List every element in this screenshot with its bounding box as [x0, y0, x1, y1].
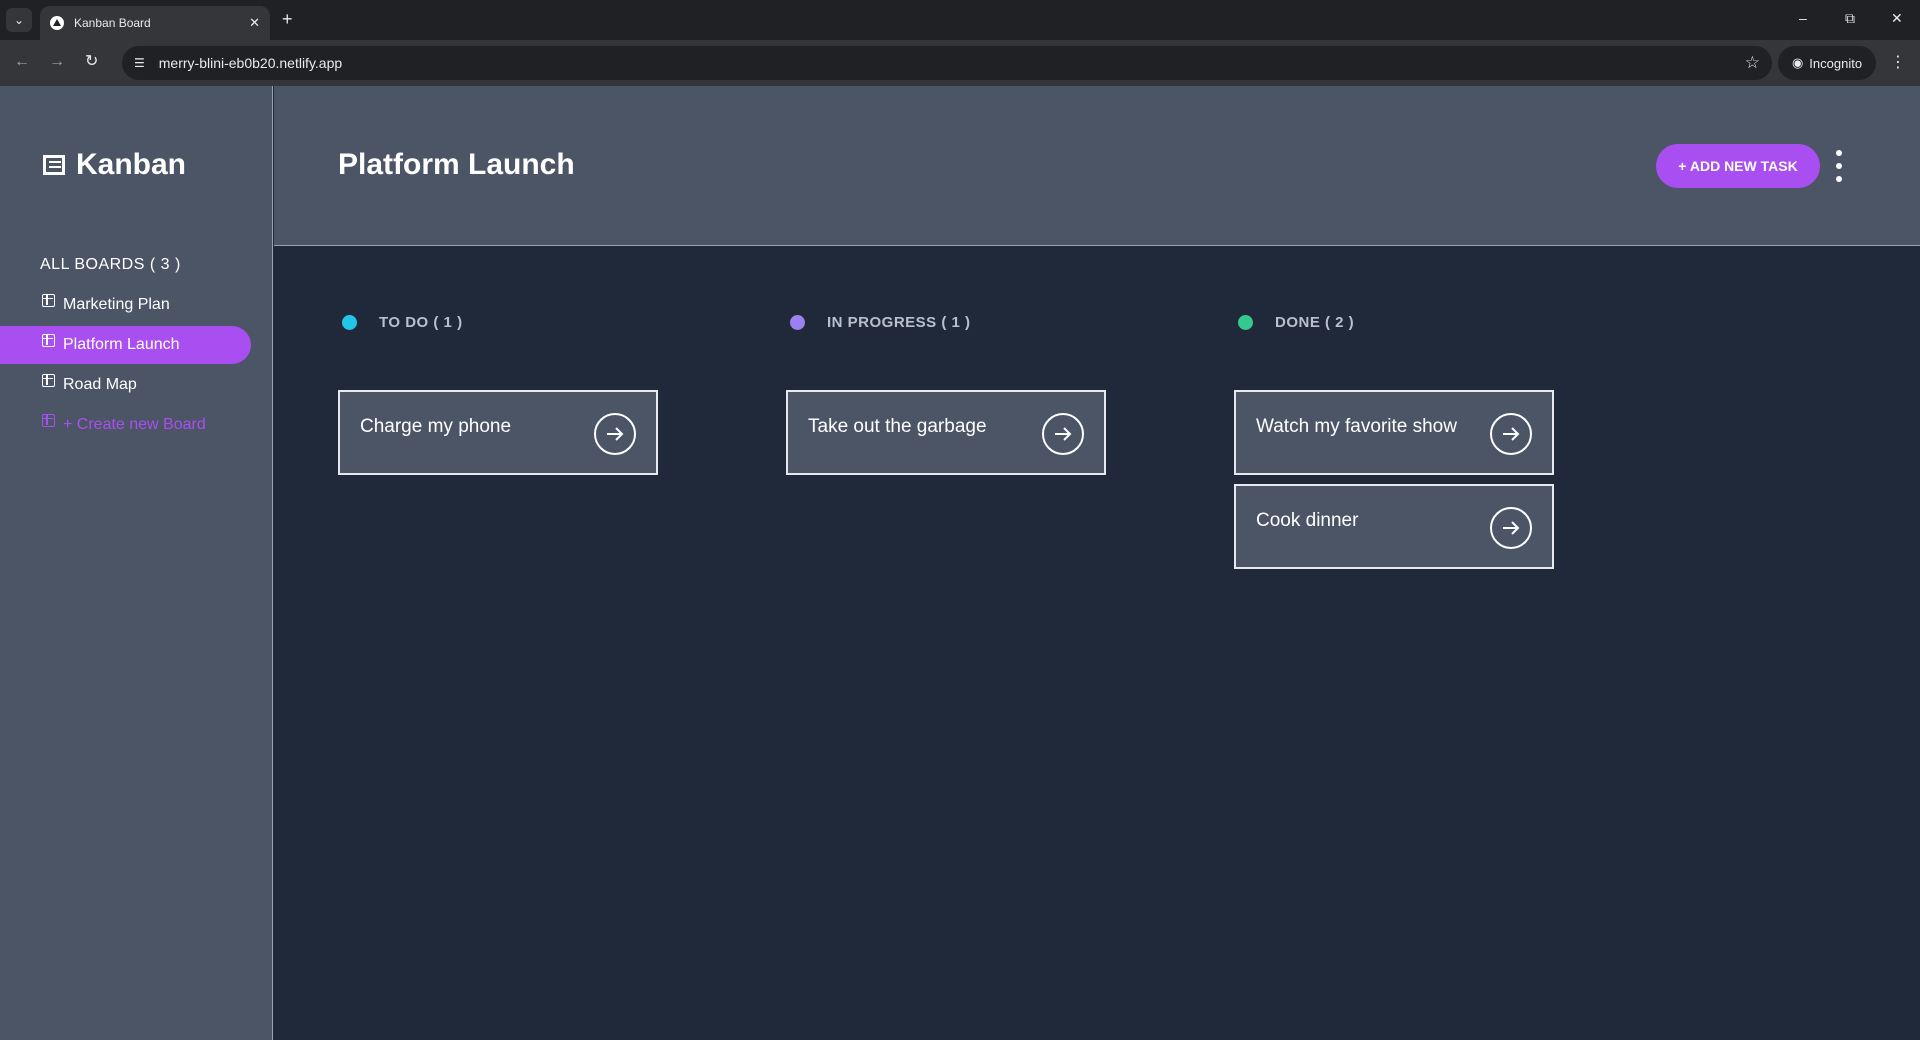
board-icon	[42, 373, 55, 387]
favicon-icon	[50, 16, 64, 30]
task-title: Watch my favorite show	[1256, 416, 1457, 437]
sidebar-item-road-map[interactable]: Road Map	[0, 366, 251, 404]
create-board-label: + Create new Board	[63, 416, 206, 433]
url-text[interactable]: merry-blini-eb0b20.netlify.app	[159, 55, 1745, 71]
all-boards-heading: ALL BOARDS ( 3 )	[40, 256, 181, 273]
column-header: DONE ( 2 )	[1234, 312, 1564, 332]
minimize-icon[interactable]: –	[1799, 10, 1807, 26]
close-icon[interactable]: ✕	[249, 15, 260, 31]
column-done: DONE ( 2 ) Watch my favorite show Cook d…	[1234, 312, 1564, 578]
more-options-icon[interactable]	[1834, 150, 1844, 182]
create-board-button[interactable]: + Create new Board	[0, 406, 251, 444]
browser-tab[interactable]: Kanban Board ✕	[40, 6, 270, 40]
add-new-task-button[interactable]: + ADD NEW TASK	[1656, 144, 1820, 188]
task-title: Cook dinner	[1256, 510, 1359, 531]
arrow-right-icon[interactable]	[1490, 507, 1532, 549]
reload-icon[interactable]: ↻	[85, 52, 98, 72]
kanban-logo-icon	[43, 155, 65, 175]
sidebar-item-label: Platform Launch	[63, 336, 180, 353]
back-icon[interactable]: ←	[14, 52, 30, 72]
arrow-right-icon[interactable]	[594, 413, 636, 455]
card-list: Watch my favorite show Cook dinner	[1234, 390, 1564, 569]
tab-search-button[interactable]: ⌄	[6, 8, 32, 32]
address-bar[interactable]: ☰ merry-blini-eb0b20.netlify.app ☆	[122, 46, 1772, 80]
task-card[interactable]: Watch my favorite show	[1234, 390, 1554, 475]
browser-menu-icon[interactable]: ⋮	[1890, 52, 1906, 72]
board-icon	[42, 333, 55, 347]
site-info-icon[interactable]: ☰	[134, 56, 145, 70]
sidebar-item-platform-launch[interactable]: Platform Launch	[0, 326, 251, 364]
chevron-down-icon: ⌄	[13, 13, 25, 27]
incognito-icon: ◉	[1791, 55, 1804, 70]
sidebar-item-marketing-plan[interactable]: Marketing Plan	[0, 286, 251, 324]
status-dot-icon	[790, 314, 805, 330]
forward-icon[interactable]: →	[49, 52, 65, 72]
arrow-right-icon[interactable]	[1490, 413, 1532, 455]
new-tab-button[interactable]: +	[282, 9, 293, 29]
column-title: TO DO ( 1 )	[379, 313, 463, 331]
logo: Kanban	[42, 148, 186, 182]
task-card[interactable]: Take out the garbage	[786, 390, 1106, 475]
tab-title: Kanban Board	[74, 16, 151, 30]
restore-icon[interactable]: ⧉	[1845, 10, 1855, 27]
arrow-right-icon[interactable]	[1042, 413, 1084, 455]
column-in-progress: IN PROGRESS ( 1 ) Take out the garbage	[786, 312, 1116, 484]
browser-toolbar: ← → ↻ ☰ merry-blini-eb0b20.netlify.app ☆…	[0, 40, 1920, 86]
bookmark-star-icon[interactable]: ☆	[1745, 53, 1760, 73]
column-title: IN PROGRESS ( 1 )	[827, 313, 971, 331]
board-list: Marketing Plan Platform Launch Road Map …	[0, 286, 251, 446]
window-close-icon[interactable]: ✕	[1891, 10, 1903, 27]
column-header: IN PROGRESS ( 1 )	[786, 312, 1116, 332]
board-icon	[42, 293, 55, 307]
board-header: Platform Launch + ADD NEW TASK	[274, 86, 1920, 246]
sidebar-item-label: Marketing Plan	[63, 296, 170, 313]
status-dot-icon	[1238, 314, 1253, 330]
column-title: DONE ( 2 )	[1275, 313, 1355, 331]
column-todo: TO DO ( 1 ) Charge my phone	[338, 312, 668, 484]
logo-text: Kanban	[76, 148, 187, 181]
board-icon	[42, 413, 55, 427]
task-card[interactable]: Charge my phone	[338, 390, 658, 475]
card-list: Charge my phone	[338, 390, 668, 475]
sidebar-item-label: Road Map	[63, 376, 137, 393]
column-header: TO DO ( 1 )	[338, 312, 668, 332]
task-title: Charge my phone	[360, 416, 512, 437]
sidebar: Kanban ALL BOARDS ( 3 ) Marketing Plan P…	[0, 86, 273, 1040]
incognito-label: Incognito	[1809, 55, 1863, 71]
kanban-app: Kanban ALL BOARDS ( 3 ) Marketing Plan P…	[0, 86, 1920, 1040]
task-title: Take out the garbage	[808, 416, 987, 437]
card-list: Take out the garbage	[786, 390, 1116, 475]
browser-titlebar: ⌄ Kanban Board ✕ + – ⧉ ✕	[0, 0, 1920, 40]
task-card[interactable]: Cook dinner	[1234, 484, 1554, 569]
status-dot-icon	[342, 314, 357, 330]
page-title: Platform Launch	[338, 148, 575, 181]
incognito-badge[interactable]: ◉ Incognito	[1778, 46, 1876, 80]
